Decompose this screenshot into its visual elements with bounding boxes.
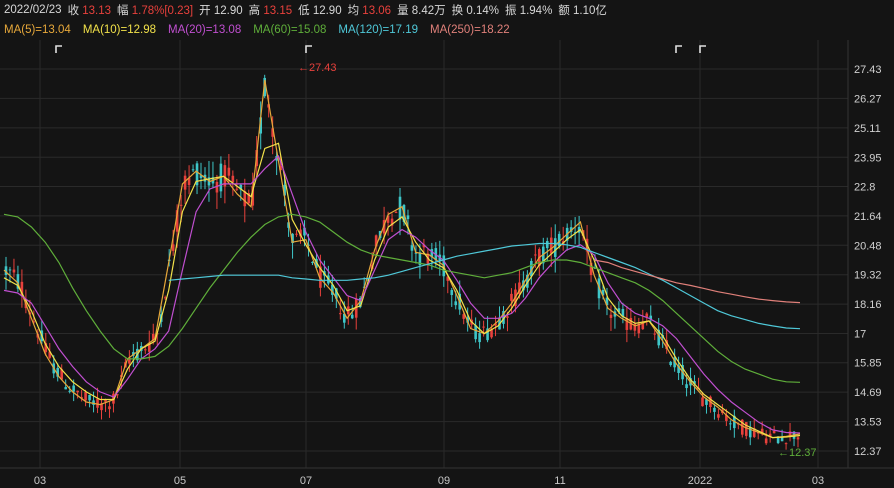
y-tick-label: 12.37 <box>854 446 882 458</box>
candle-body <box>235 188 239 190</box>
candle-body <box>223 165 227 187</box>
candle-body <box>8 269 12 271</box>
candle-body <box>713 407 716 412</box>
candle-body <box>653 333 657 335</box>
candles <box>4 74 800 450</box>
y-tick-label: 14.69 <box>854 387 882 399</box>
candle-body <box>474 325 477 340</box>
candle-body <box>231 175 235 183</box>
candle-body <box>784 443 788 445</box>
y-tick-label: 17 <box>854 329 866 341</box>
candle-body <box>350 314 354 319</box>
candle-body <box>744 422 748 436</box>
candle-body <box>96 398 99 408</box>
candle-body <box>609 314 613 318</box>
y-tick-label: 25.11 <box>854 123 881 135</box>
candle-body <box>506 316 509 318</box>
x-tick-label: 11 <box>554 475 565 487</box>
candle-body <box>72 385 75 392</box>
x-tick-label: 03 <box>812 475 824 487</box>
candle-body <box>143 349 147 351</box>
y-tick-label: 23.95 <box>854 152 882 164</box>
candle-body <box>394 212 398 214</box>
y-tick-label: 26.27 <box>854 93 882 105</box>
candle-body <box>510 293 513 301</box>
candle-body <box>645 313 649 317</box>
y-tick-label: 15.85 <box>854 358 882 370</box>
candle-body <box>482 326 485 328</box>
corner-marks <box>55 45 706 53</box>
candle-body <box>339 313 342 315</box>
ma120-line <box>168 242 801 330</box>
y-tick-label: 18.16 <box>854 299 882 311</box>
candle-body <box>410 245 414 251</box>
x-tick-label: 2022 <box>688 475 712 487</box>
corner-mark-icon <box>675 45 682 53</box>
candle-body <box>545 240 549 249</box>
candle-body <box>88 394 91 401</box>
candle-body <box>191 169 195 171</box>
ma250-line <box>593 259 801 304</box>
x-axis: 03 05 07 09 11 2022 03 <box>34 475 824 487</box>
candle-body <box>295 233 298 235</box>
y-tick-label: 19.32 <box>854 270 882 282</box>
candle-body <box>729 423 732 425</box>
x-tick-label: 09 <box>438 475 450 487</box>
candle-body <box>549 237 553 254</box>
candle-body <box>406 215 410 220</box>
candle-body <box>227 167 231 176</box>
candle-body <box>796 437 800 440</box>
high-annotation: ←27.43 <box>298 62 337 74</box>
candlestick-chart[interactable]: 27.43 26.27 25.11 23.95 22.8 21.64 20.48 19.32 1… <box>0 0 894 488</box>
x-tick-label: 07 <box>300 475 312 487</box>
ma60-line <box>3 213 801 383</box>
candle-body <box>764 438 768 444</box>
y-tick-label: 13.53 <box>854 417 882 429</box>
candle-body <box>701 397 704 407</box>
y-tick-label: 27.43 <box>854 64 882 76</box>
candle-body <box>772 430 776 434</box>
candle-body <box>454 301 458 306</box>
candle-body <box>669 361 672 366</box>
candle-body <box>311 261 314 263</box>
candle-body <box>12 269 16 273</box>
candle-body <box>68 390 71 392</box>
candle-body <box>553 238 557 257</box>
ma20-line <box>3 154 801 434</box>
candle-body <box>84 392 87 401</box>
candle-body <box>534 254 537 256</box>
x-tick-label: 05 <box>174 475 186 487</box>
candle-body <box>685 384 688 389</box>
y-axis: 27.43 26.27 25.11 23.95 22.8 21.64 20.48 19.32 1… <box>0 40 894 469</box>
x-tick-label: 03 <box>34 475 46 487</box>
ma-lines <box>3 79 801 439</box>
low-annotation: ←12.37 <box>778 447 817 459</box>
corner-mark-icon <box>305 45 312 53</box>
candle-body <box>450 290 454 296</box>
candle-body <box>64 387 67 390</box>
y-tick-label: 22.8 <box>854 181 875 193</box>
y-tick-label: 20.48 <box>854 240 882 252</box>
candle-body <box>108 406 111 410</box>
candle-body <box>179 204 183 206</box>
corner-mark-icon <box>699 45 706 53</box>
y-tick-label: 21.64 <box>854 211 882 223</box>
candle-body <box>478 333 481 343</box>
candle-body <box>717 414 720 418</box>
corner-mark-icon <box>55 45 62 53</box>
candle-body <box>76 390 79 393</box>
